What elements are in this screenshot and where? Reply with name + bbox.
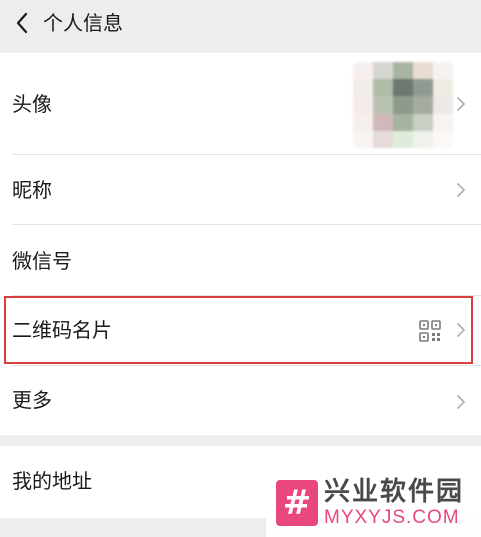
wechat-id-row-label: 微信号 [12, 249, 72, 273]
more-row-label: 更多 [12, 388, 52, 412]
wechat-id-row[interactable]: 微信号 [0, 225, 481, 295]
nickname-row[interactable]: 昵称 [0, 155, 481, 224]
title-bar: 个人信息 [0, 0, 481, 46]
nickname-row-label: 昵称 [12, 178, 52, 202]
qr-code-icon [419, 320, 441, 342]
chevron-right-icon [457, 323, 465, 337]
more-row[interactable]: 更多 [0, 366, 481, 435]
page-title: 个人信息 [43, 11, 123, 35]
address-row-label: 我的地址 [12, 469, 92, 493]
avatar[interactable] [353, 62, 453, 148]
watermark-logo: # [276, 480, 318, 526]
qr-card-row[interactable]: 二维码名片 [0, 296, 481, 364]
avatar-row-label: 头像 [12, 92, 52, 116]
watermark: # 兴业软件园 MYXYJS.COM [266, 474, 481, 537]
chevron-right-icon [457, 183, 465, 197]
qr-card-row-label: 二维码名片 [12, 318, 112, 342]
back-button[interactable] [10, 11, 34, 35]
chevron-left-icon [16, 12, 28, 34]
watermark-name: 兴业软件园 [324, 477, 465, 507]
chevron-right-icon [457, 395, 465, 409]
chevron-right-icon [457, 97, 465, 111]
watermark-site: MYXYJS.COM [324, 507, 460, 528]
